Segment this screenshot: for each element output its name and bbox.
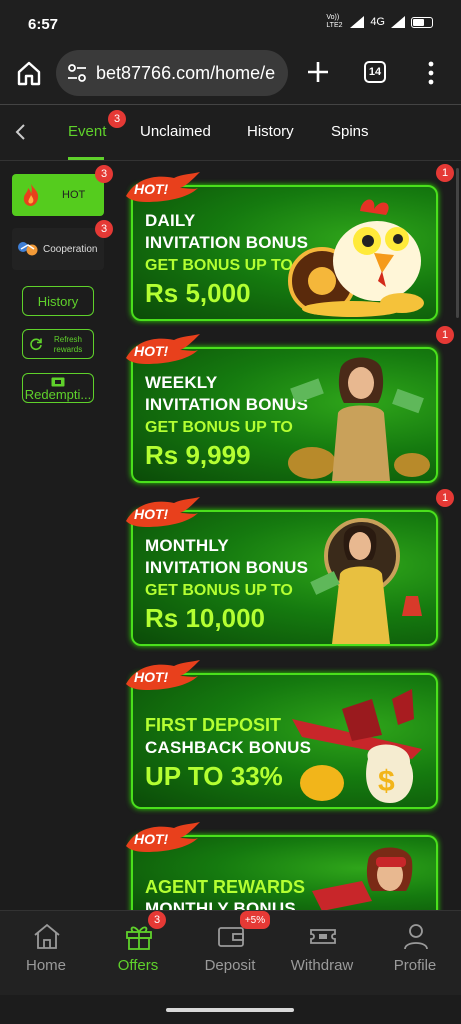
more-menu-icon[interactable]: [424, 60, 438, 86]
card-badge: 1: [436, 164, 454, 182]
card-amount: Rs 10,000: [145, 603, 265, 633]
refresh-rewards-label: Refresh rewards: [53, 335, 83, 354]
hot-tag-text: HOT!: [134, 343, 169, 359]
browser-home-icon[interactable]: [14, 58, 44, 88]
card-badge: 1: [436, 326, 454, 344]
hot-tag-text: HOT!: [134, 831, 169, 847]
home-icon: [34, 923, 60, 949]
browser-toolbar: bet87766.com/home/e 14: [0, 44, 461, 105]
tab-switcher-button[interactable]: 14: [364, 61, 386, 83]
card-title-1: MONTHLY: [145, 536, 229, 555]
card-amount: Rs 9,999: [145, 440, 251, 470]
airplane-money-icon: $: [292, 689, 422, 803]
flame-icon: [23, 184, 39, 206]
hot-tag-icon: HOT!: [126, 822, 200, 852]
url-text: bet87766.com/home/e: [96, 62, 276, 83]
profile-icon: [404, 924, 428, 950]
svg-text:$: $: [378, 765, 395, 798]
sidebar-hot-label: HOT: [62, 189, 86, 201]
status-time: 6:57: [28, 16, 59, 33]
nav-offers-label: Offers: [117, 957, 159, 974]
tab-unclaimed[interactable]: Unclaimed: [140, 123, 211, 140]
history-button[interactable]: History: [22, 286, 94, 316]
nav-profile[interactable]: Profile: [369, 911, 461, 996]
site-settings-icon[interactable]: [66, 62, 88, 84]
sidebar-cooperation-label: Cooperation: [43, 244, 98, 255]
status-icons: Vo)) LTE2 4G: [326, 14, 433, 30]
hot-tag-text: HOT!: [134, 181, 169, 197]
nav-offers-badge: 3: [148, 911, 166, 929]
redeem-ticket-icon: [51, 377, 65, 387]
sidebar-item-hot[interactable]: HOT: [12, 174, 104, 216]
chicken-roulette-icon: [288, 199, 424, 317]
address-bar[interactable]: bet87766.com/home/e: [56, 50, 288, 96]
active-tab-indicator: [68, 157, 104, 160]
promo-card-daily[interactable]: DAILY INVITATION BONUS GET BONUS UP TO R…: [131, 185, 438, 321]
promo-card-first-deposit[interactable]: FIRST DEPOSIT CASHBACK BONUS UP TO 33% $: [131, 673, 438, 809]
battery-icon: [411, 16, 433, 28]
hot-tag-icon: HOT!: [126, 172, 200, 202]
hot-tag-icon: HOT!: [126, 334, 200, 364]
card-title-1: WEEKLY: [145, 373, 218, 392]
signal-icon-2: [391, 16, 405, 28]
tab-spins[interactable]: Spins: [331, 123, 369, 140]
card-subtitle: GET BONUS UP TO: [145, 257, 293, 274]
refresh-rewards-button[interactable]: Refresh rewards: [22, 329, 94, 359]
sidebar-cooperation-badge: 3: [95, 220, 113, 238]
ticket-icon: [310, 929, 336, 944]
back-arrow-icon[interactable]: [12, 123, 30, 141]
woman-money-icon: [288, 357, 430, 481]
nav-withdraw-label: Withdraw: [290, 957, 354, 974]
redemption-label: Redempti...: [24, 387, 92, 402]
hot-tag-text: HOT!: [134, 506, 169, 522]
hot-tag-text: HOT!: [134, 669, 169, 685]
carrier-label: Vo)) LTE2: [326, 14, 343, 29]
card-subtitle: GET BONUS UP TO: [145, 419, 293, 436]
hot-tag-icon: HOT!: [126, 497, 200, 527]
new-tab-icon[interactable]: [304, 58, 332, 86]
event-tab-bar: Event 3 Unclaimed History Spins: [0, 105, 461, 161]
nav-offers[interactable]: Offers 3: [92, 911, 184, 996]
promo-card-monthly[interactable]: MONTHLY INVITATION BONUS GET BONUS UP TO…: [131, 510, 438, 646]
redemption-button[interactable]: Redempti...: [22, 373, 94, 403]
nav-home[interactable]: Home: [0, 911, 92, 996]
woman-roulette-icon: [310, 518, 422, 644]
sidebar-hot-badge: 3: [95, 165, 113, 183]
promo-card-weekly[interactable]: WEEKLY INVITATION BONUS GET BONUS UP TO …: [131, 347, 438, 483]
handshake-icon: [18, 242, 38, 256]
card-title-1: DAILY: [145, 211, 196, 230]
card-amount: Rs 5,000: [145, 278, 251, 308]
tab-history[interactable]: History: [247, 123, 294, 140]
card-subtitle: GET BONUS UP TO: [145, 582, 293, 599]
sidebar-item-cooperation[interactable]: Cooperation: [12, 228, 104, 270]
refresh-icon: [30, 338, 42, 351]
tab-event-badge: 3: [108, 110, 126, 128]
network-label: 4G: [370, 16, 385, 28]
status-bar: 6:57 Vo)) LTE2 4G: [0, 0, 461, 44]
card-badge: 1: [436, 489, 454, 507]
gesture-area: [0, 995, 461, 1024]
card-title-1: FIRST DEPOSIT: [145, 715, 282, 735]
card-amount: UP TO 33%: [145, 761, 283, 791]
scrollbar[interactable]: [456, 168, 459, 318]
bottom-navigation: Home Offers 3 Deposit +5% Withdraw Profi…: [0, 910, 461, 996]
aviator-woman-icon: [312, 847, 413, 911]
nav-profile-label: Profile: [393, 957, 437, 974]
nav-home-label: Home: [25, 957, 66, 974]
nav-deposit-badge: +5%: [240, 911, 270, 929]
hot-tag-icon: HOT!: [126, 660, 200, 690]
tab-event[interactable]: Event: [68, 123, 106, 140]
card-title-1: AGENT REWARDS: [145, 877, 306, 897]
nav-deposit-label: Deposit: [204, 957, 256, 974]
nav-withdraw[interactable]: Withdraw: [276, 911, 368, 996]
signal-icon: [350, 16, 365, 28]
home-gesture-bar[interactable]: [166, 1008, 294, 1012]
nav-deposit[interactable]: Deposit +5%: [184, 911, 276, 996]
